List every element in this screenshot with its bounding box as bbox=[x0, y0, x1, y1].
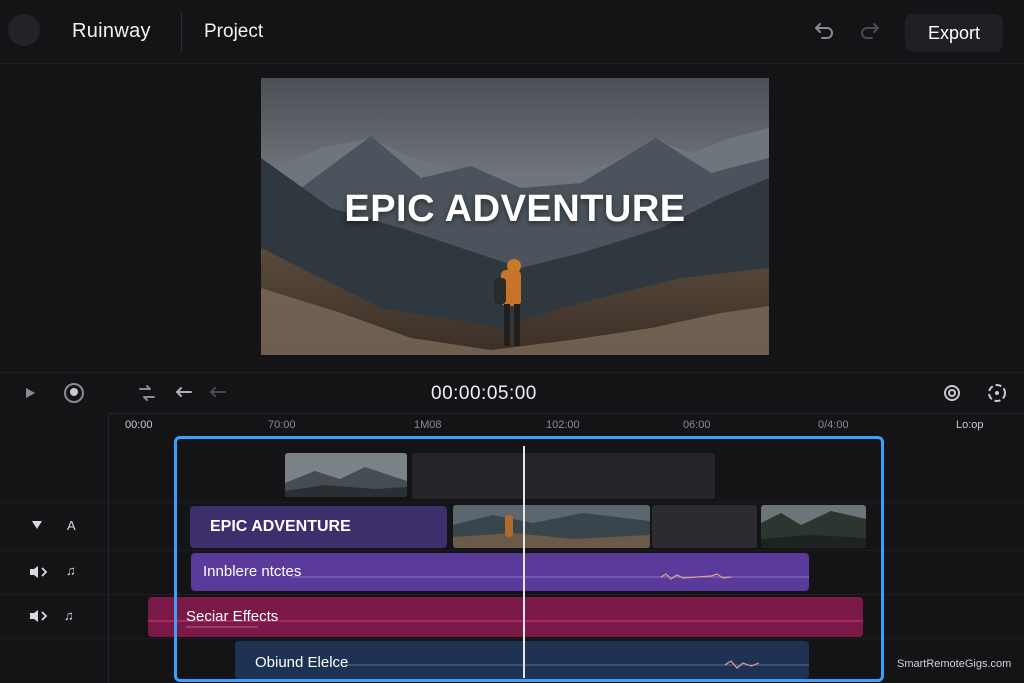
record-icon[interactable] bbox=[62, 381, 86, 405]
track-header-sfx[interactable]: ♫ bbox=[0, 594, 108, 638]
track-label: A bbox=[67, 518, 76, 533]
audio-icon[interactable] bbox=[28, 564, 50, 580]
music-note-icon: ♫ bbox=[64, 608, 74, 623]
settings-icon[interactable] bbox=[940, 381, 964, 405]
fit-icon[interactable] bbox=[985, 381, 1009, 405]
ruler-tick: Lo:op bbox=[956, 419, 984, 431]
timeline-ruler[interactable]: 00:00 70:00 1M08 102:00 06:00 0/4:00 Lo:… bbox=[108, 413, 1024, 435]
top-bar: Ruinway Project Export bbox=[0, 0, 1024, 64]
ruler-tick: 00:00 bbox=[125, 419, 153, 431]
project-title[interactable]: Project bbox=[204, 21, 263, 43]
undo-icon[interactable] bbox=[812, 18, 836, 42]
playback-controls: 00:00:05:00 bbox=[0, 372, 1024, 412]
redo-icon[interactable] bbox=[858, 18, 882, 42]
timecode-display: 00:00:05:00 bbox=[431, 383, 537, 404]
app-logo[interactable] bbox=[8, 14, 40, 46]
ruler-tick: 06:00 bbox=[683, 419, 711, 431]
preview-title-overlay: EPIC ADVENTURE bbox=[344, 188, 686, 230]
divider bbox=[181, 12, 182, 52]
ruler-tick: 0/4:00 bbox=[818, 419, 849, 431]
play-icon[interactable] bbox=[18, 381, 42, 405]
collapse-triangle-icon[interactable] bbox=[30, 518, 44, 532]
watermark: SmartRemoteGigs.com bbox=[897, 658, 1012, 670]
step-forward-icon[interactable] bbox=[206, 381, 230, 405]
ruler-tick: 1M08 bbox=[414, 419, 442, 431]
music-note-icon: ♫ bbox=[66, 563, 76, 578]
loop-icon[interactable] bbox=[135, 381, 159, 405]
clip-selection-box[interactable] bbox=[174, 436, 884, 682]
brand-name: Ruinway bbox=[72, 20, 151, 42]
ruler-tick: 102:00 bbox=[546, 419, 580, 431]
track-gutter-divider bbox=[108, 413, 109, 683]
video-preview[interactable]: EPIC ADVENTURE bbox=[261, 78, 769, 355]
track-header-title[interactable]: A bbox=[0, 504, 108, 548]
step-back-icon[interactable] bbox=[172, 381, 196, 405]
playhead[interactable] bbox=[523, 446, 525, 678]
track-header-music[interactable]: ♫ bbox=[0, 550, 108, 594]
audio-icon[interactable] bbox=[28, 608, 50, 624]
export-button[interactable]: Export bbox=[905, 14, 1003, 52]
ruler-tick: 70:00 bbox=[268, 419, 296, 431]
